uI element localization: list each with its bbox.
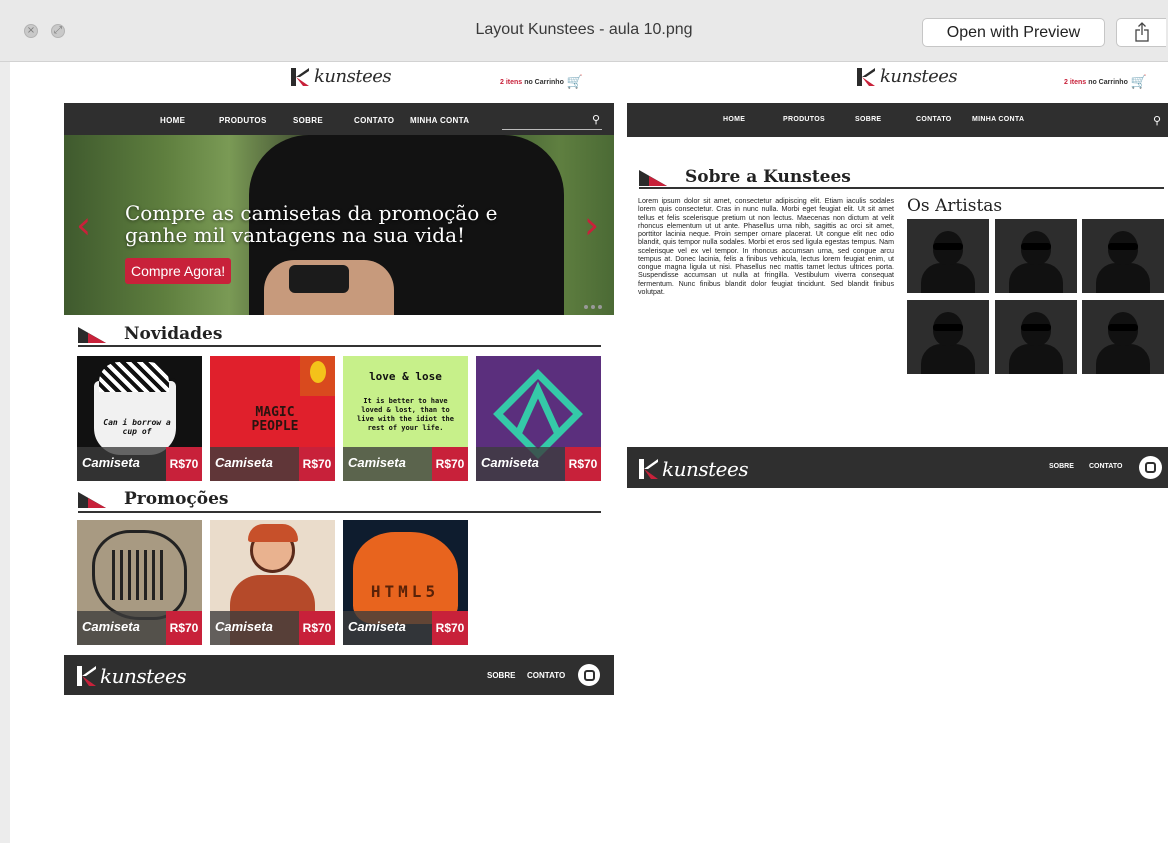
nav-sobre[interactable]: SOBRE bbox=[855, 116, 881, 123]
kunstees-logo-icon bbox=[77, 666, 96, 686]
nav-contato[interactable]: CONTATO bbox=[354, 116, 394, 125]
search-icon[interactable]: ⚲ bbox=[592, 113, 600, 126]
nav-home[interactable]: HOME bbox=[160, 116, 185, 125]
chevron-left-icon[interactable]: ‹ bbox=[76, 205, 91, 245]
art-love-quote: It is better to have loved & lost, than … bbox=[357, 397, 454, 432]
product-name: Camiseta bbox=[82, 619, 140, 634]
product-name: Camiseta bbox=[348, 455, 406, 470]
product-card[interactable]: love & lose It is better to have loved &… bbox=[343, 356, 468, 481]
product-price: R$70 bbox=[299, 447, 335, 481]
about-text: Lorem ipsum dolor sit amet, consectetur … bbox=[638, 197, 894, 296]
search-icon[interactable]: ⚲ bbox=[1153, 114, 1161, 127]
cart-icon: 🛒 bbox=[1130, 75, 1148, 90]
site-footer: kunstees SOBRE CONTATO bbox=[627, 447, 1168, 488]
artist-photo[interactable] bbox=[907, 219, 989, 293]
artist-photo[interactable] bbox=[1082, 300, 1164, 374]
art-love-title: love & lose bbox=[369, 370, 442, 383]
cart-label: no Carrinho bbox=[524, 79, 564, 86]
product-card[interactable]: MAGIC PEOPLE Camiseta R$70 bbox=[210, 356, 335, 481]
artist-photo[interactable] bbox=[1082, 219, 1164, 293]
nav-minha-conta[interactable]: MINHA CONTA bbox=[972, 116, 1024, 123]
cart-count: 2 itens bbox=[1064, 79, 1087, 86]
product-name: Camiseta bbox=[215, 455, 273, 470]
chevron-right-icon[interactable]: › bbox=[584, 205, 599, 245]
section-novidades: Novidades bbox=[78, 325, 222, 343]
nav-home[interactable]: HOME bbox=[723, 116, 745, 123]
product-card[interactable]: Camiseta R$70 bbox=[210, 520, 335, 645]
brand-name: kunstees bbox=[100, 664, 187, 688]
product-price: R$70 bbox=[166, 611, 202, 645]
footer-link-contato[interactable]: CONTATO bbox=[1089, 463, 1122, 470]
hero-banner: Compre as camisetas da promoção e ganhe … bbox=[64, 135, 614, 315]
product-price: R$70 bbox=[166, 447, 202, 481]
art-magic-people: MAGIC PEOPLE bbox=[251, 405, 299, 434]
section-mark-icon bbox=[78, 492, 106, 508]
kunstees-logo-icon bbox=[639, 459, 658, 479]
nav-produtos[interactable]: PRODUTOS bbox=[219, 116, 267, 125]
product-name: Camiseta bbox=[82, 455, 140, 470]
cart-count: 2 itens bbox=[500, 79, 523, 86]
product-price: R$70 bbox=[299, 611, 335, 645]
section-title-sobre: Sobre a Kunstees bbox=[685, 167, 851, 187]
product-name: Camiseta bbox=[481, 455, 539, 470]
artist-photo[interactable] bbox=[995, 300, 1077, 374]
product-name: Camiseta bbox=[215, 619, 273, 634]
artist-photo[interactable] bbox=[995, 219, 1077, 293]
nav-minha-conta[interactable]: MINHA CONTA bbox=[410, 116, 469, 125]
art-html5: HTML5 bbox=[370, 582, 440, 601]
artists-title: Os Artistas bbox=[907, 196, 1003, 216]
section-mark-icon bbox=[639, 170, 667, 186]
share-button[interactable] bbox=[1116, 18, 1166, 47]
search-input[interactable] bbox=[502, 129, 602, 130]
cart-link[interactable]: 2 itens no Carrinho 🛒 bbox=[1064, 75, 1147, 90]
brand-name: kunstees bbox=[662, 457, 749, 481]
kunstees-logo-icon bbox=[857, 67, 875, 86]
artist-photo[interactable] bbox=[907, 300, 989, 374]
kunstees-logo-icon bbox=[291, 67, 311, 86]
product-name: Camiseta bbox=[348, 619, 406, 634]
section-promocoes: Promoções bbox=[78, 490, 228, 508]
section-title-novidades: Novidades bbox=[124, 324, 223, 344]
nav-produtos[interactable]: PRODUTOS bbox=[783, 116, 825, 123]
hero-headline: Compre as camisetas da promoção e ganhe … bbox=[125, 201, 498, 247]
open-with-preview-button[interactable]: Open with Preview bbox=[922, 18, 1105, 47]
footer-logo[interactable]: kunstees bbox=[639, 457, 749, 481]
product-card[interactable]: Can i borrow a cup of Camiseta R$70 bbox=[77, 356, 202, 481]
main-nav: HOME PRODUTOS SOBRE CONTATO MINHA CONTA … bbox=[64, 103, 614, 135]
site-footer: kunstees SOBRE CONTATO bbox=[64, 655, 614, 695]
image-viewer: kunstees 2 itens no Carrinho 🛒 HOME PROD… bbox=[10, 62, 1168, 843]
footer-link-contato[interactable]: CONTATO bbox=[527, 671, 565, 680]
buy-now-button[interactable]: Compre Agora! bbox=[125, 258, 232, 284]
quicklook-titlebar: × ⤢ Layout Kunstees - aula 10.png Open w… bbox=[0, 0, 1168, 62]
share-icon bbox=[1135, 22, 1149, 42]
nav-sobre[interactable]: SOBRE bbox=[293, 116, 323, 125]
carousel-dots[interactable] bbox=[584, 305, 602, 309]
header-logo[interactable]: kunstees bbox=[291, 66, 392, 87]
product-price: R$70 bbox=[432, 611, 468, 645]
product-card[interactable]: Camiseta R$70 bbox=[77, 520, 202, 645]
footer-link-sobre[interactable]: SOBRE bbox=[487, 671, 515, 680]
instagram-icon[interactable] bbox=[578, 664, 600, 686]
cart-label: no Carrinho bbox=[1088, 79, 1128, 86]
cart-icon: 🛒 bbox=[566, 75, 584, 90]
product-price: R$70 bbox=[432, 447, 468, 481]
product-card[interactable]: Camiseta R$70 bbox=[476, 356, 601, 481]
footer-logo[interactable]: kunstees bbox=[77, 664, 187, 688]
section-sobre: Sobre a Kunstees bbox=[639, 168, 851, 186]
section-mark-icon bbox=[78, 327, 106, 343]
main-nav: HOME PRODUTOS SOBRE CONTATO MINHA CONTA … bbox=[627, 103, 1168, 137]
product-price: R$70 bbox=[565, 447, 601, 481]
product-card[interactable]: HTML5 Camiseta R$70 bbox=[343, 520, 468, 645]
footer-link-sobre[interactable]: SOBRE bbox=[1049, 463, 1074, 470]
cart-link[interactable]: 2 itens no Carrinho 🛒 bbox=[500, 75, 583, 90]
header-logo[interactable]: kunstees bbox=[857, 66, 958, 87]
brand-name: kunstees bbox=[314, 66, 392, 87]
instagram-icon[interactable] bbox=[1139, 456, 1162, 479]
nav-contato[interactable]: CONTATO bbox=[916, 116, 952, 123]
brand-name: kunstees bbox=[880, 66, 958, 87]
section-title-promocoes: Promoções bbox=[124, 489, 229, 509]
